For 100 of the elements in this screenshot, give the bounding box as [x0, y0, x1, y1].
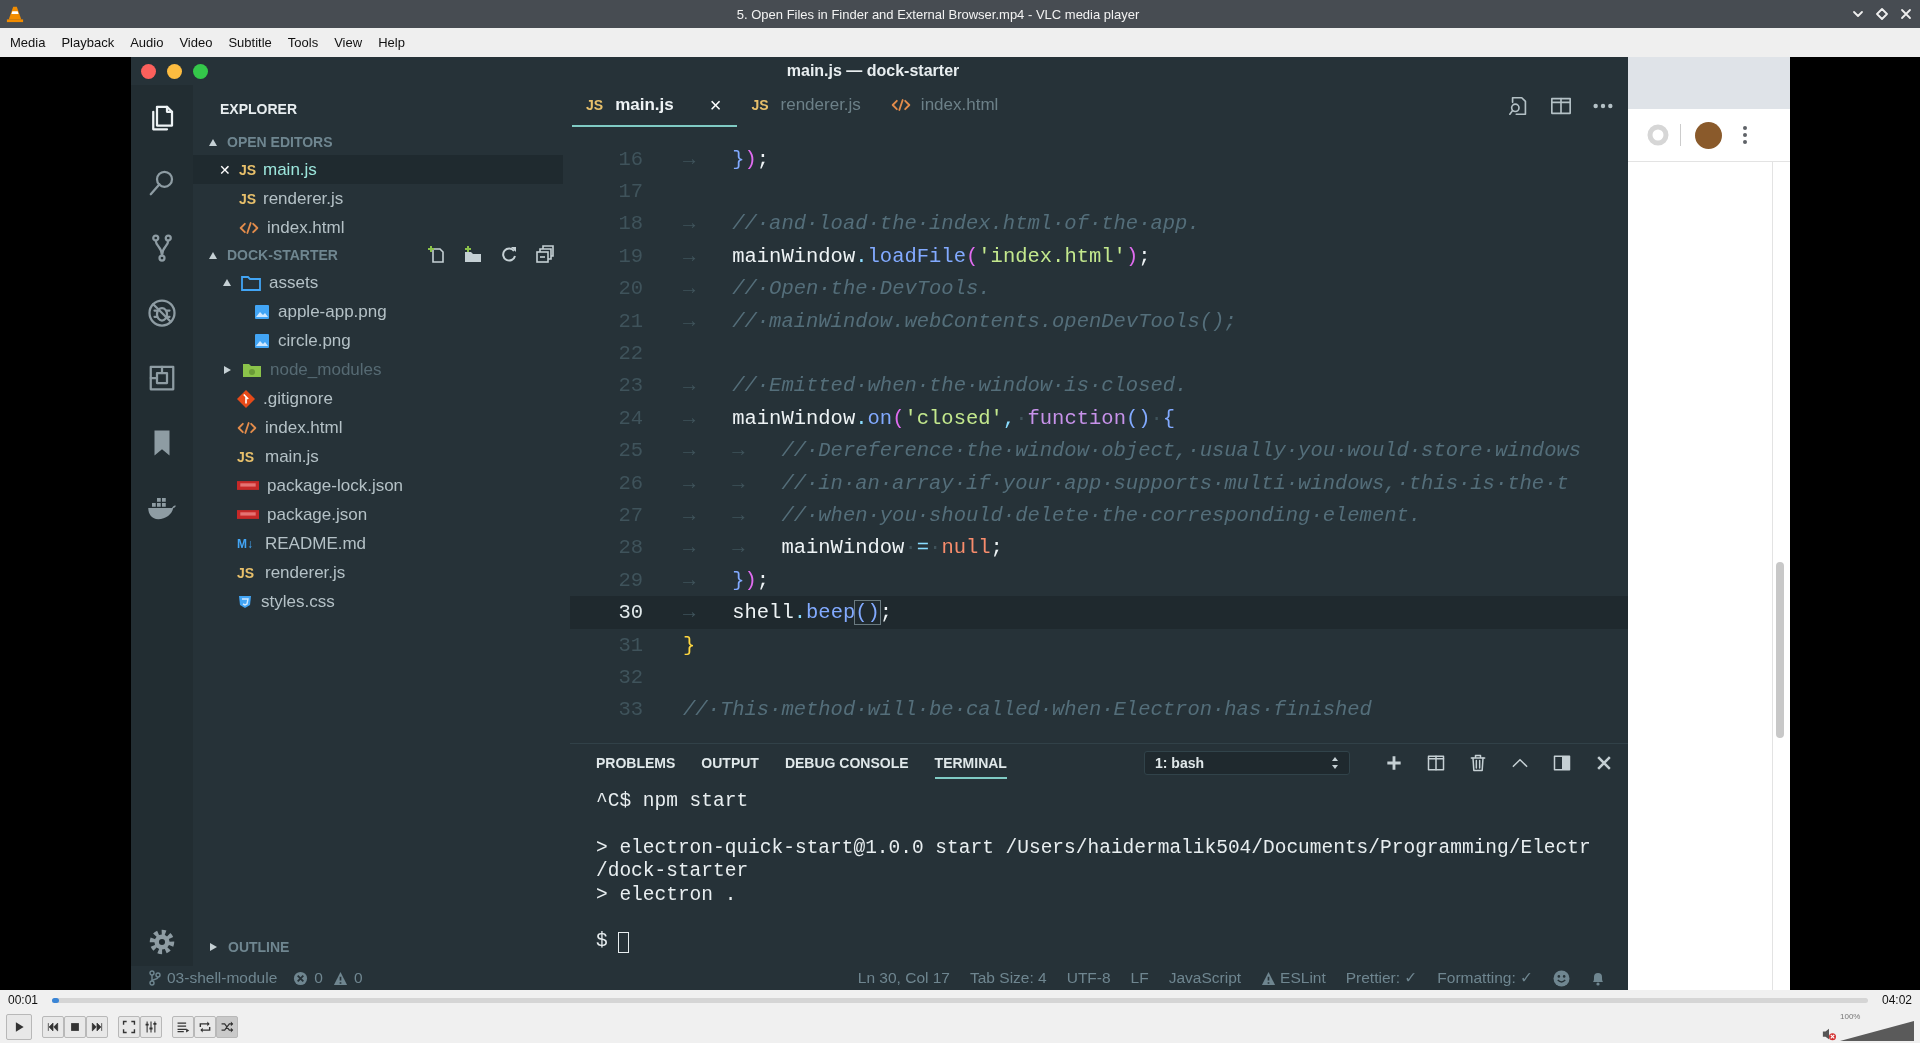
playlist-button[interactable]: [172, 1015, 194, 1038]
terminal-line: > electron-quick-start@1.0.0 start /Users/haidermalik504/Documents/Programming/Electr: [596, 836, 1592, 861]
file-tree-item[interactable]: package.json: [193, 500, 570, 529]
expanded-caret-icon[interactable]: [209, 138, 217, 146]
skip-back-button[interactable]: [42, 1015, 64, 1038]
split-terminal-icon[interactable]: [1426, 753, 1446, 773]
collapsed-caret-icon[interactable]: [224, 365, 231, 374]
plus-icon[interactable]: [1384, 753, 1404, 773]
minimize-icon[interactable]: [1852, 8, 1864, 20]
file-tree-item[interactable]: apple-app.png: [193, 297, 570, 326]
tab-label: renderer.js: [780, 95, 861, 115]
terminal-prompt: $: [596, 930, 608, 954]
code-brackets-icon: [239, 220, 259, 235]
split-editor-icon[interactable]: [1550, 95, 1572, 117]
code-line: }: [683, 633, 696, 657]
file-tree-item[interactable]: package-lock.json: [193, 471, 570, 500]
file-name: package.json: [267, 504, 368, 525]
loading-ring-icon: [1646, 123, 1670, 147]
close-icon[interactable]: ×: [709, 93, 722, 117]
trash-icon[interactable]: [1468, 753, 1488, 773]
panel-tab[interactable]: OUTPUT: [701, 747, 759, 779]
maximize-panel-icon[interactable]: [1552, 753, 1572, 773]
file-tree-item[interactable]: JS renderer.js: [193, 558, 570, 587]
close-icon[interactable]: ✕: [219, 161, 239, 178]
stop-button[interactable]: [64, 1015, 86, 1038]
menu-item[interactable]: Help: [370, 35, 413, 50]
editor-tab[interactable]: JS renderer.js: [737, 85, 877, 127]
open-editor-item[interactable]: JS renderer.js: [193, 184, 570, 213]
restore-icon[interactable]: [1876, 8, 1888, 20]
code-line: → });: [683, 568, 770, 592]
window-title: main.js — dock-starter: [785, 62, 961, 80]
shuffle-button[interactable]: [216, 1015, 238, 1038]
file-name: circle.png: [278, 330, 351, 351]
open-editor-item[interactable]: index.html: [193, 213, 570, 242]
settings-icon[interactable]: [148, 928, 176, 956]
file-tree-item[interactable]: styles.css: [193, 587, 570, 616]
equalizer-button[interactable]: [140, 1015, 162, 1038]
close-button[interactable]: [141, 63, 156, 79]
line-number: 30: [617, 601, 643, 625]
muted-speaker-icon[interactable]: [1822, 1027, 1836, 1041]
file-tree-item[interactable]: index.html: [193, 413, 570, 442]
expanded-caret-icon[interactable]: [209, 251, 217, 259]
menu-item[interactable]: Playback: [53, 35, 123, 50]
file-name: renderer.js: [263, 188, 344, 209]
markdown-file-icon: M↓: [237, 536, 259, 551]
extensions-icon[interactable]: [147, 363, 177, 393]
menu-item[interactable]: Media: [2, 35, 54, 50]
fullscreen-button[interactable]: [118, 1015, 140, 1038]
collapse-all-icon[interactable]: [535, 245, 555, 265]
code-line: → → //·when·you·should·delete·the·corresponding·element.: [683, 504, 1422, 527]
code-brackets-icon: [890, 98, 911, 112]
more-icon[interactable]: [1592, 102, 1614, 110]
js-file-icon: JS: [239, 190, 263, 207]
loop-button[interactable]: [194, 1015, 216, 1038]
new-file-icon[interactable]: [427, 245, 447, 265]
terminal-line: > electron .: [596, 883, 738, 907]
code-line: → //·Emitted·when·the·window·is·closed.: [683, 374, 1188, 398]
folder-name: node_modules: [270, 359, 382, 380]
close-icon[interactable]: [1900, 8, 1912, 20]
skip-forward-button[interactable]: [86, 1015, 108, 1038]
menu-item[interactable]: View: [326, 35, 371, 50]
panel-tab[interactable]: PROBLEMS: [596, 747, 676, 779]
menu-item[interactable]: Tools: [279, 35, 327, 50]
menu-item[interactable]: Subtitle: [220, 35, 280, 50]
file-tree-item[interactable]: M↓ README.md: [193, 529, 570, 558]
refresh-icon[interactable]: [499, 245, 519, 265]
open-folder-icon: [241, 274, 261, 291]
file-tree-item[interactable]: circle.png: [193, 326, 570, 355]
panel-tab[interactable]: TERMINAL: [934, 747, 1007, 779]
window-title: 5. Open Files in Finder and External Browser.mp4 - VLC media player: [735, 6, 1141, 22]
bell-icon[interactable]: [1590, 970, 1606, 986]
avatar[interactable]: [1695, 121, 1722, 149]
expanded-caret-icon[interactable]: [223, 279, 231, 286]
editor-tab[interactable]: JS main.js ×: [572, 85, 738, 127]
zoom-button[interactable]: [193, 63, 208, 79]
no-bug-icon[interactable]: [147, 298, 177, 328]
minimize-button[interactable]: [167, 63, 182, 79]
shuffle-icon: [220, 1019, 234, 1034]
terminal-dropdown[interactable]: 1: bash: [1144, 751, 1350, 775]
tab-label: index.html: [920, 95, 999, 115]
tab-label: main.js: [615, 95, 674, 115]
code-line: → });: [683, 147, 770, 171]
file-tree-item[interactable]: .gitignore: [193, 384, 570, 413]
file-tree-item[interactable]: assets: [193, 268, 570, 297]
menu-item[interactable]: Audio: [122, 35, 172, 50]
file-name: main.js: [265, 446, 319, 467]
file-name: renderer.js: [265, 562, 346, 583]
collapsed-caret-icon[interactable]: [210, 943, 217, 951]
js-file-icon: JS: [237, 448, 259, 465]
file-tree-item[interactable]: JS main.js: [193, 442, 570, 471]
new-folder-icon[interactable]: [463, 245, 483, 265]
play-button[interactable]: [6, 1013, 32, 1040]
elapsed-time: 00:01: [8, 993, 39, 1007]
kebab-menu-icon[interactable]: [1742, 125, 1748, 145]
playlist-icon: [176, 1019, 190, 1034]
error-icon: [293, 970, 309, 986]
open-editor-item[interactable]: ✕ JS main.js: [193, 155, 563, 184]
menu-item[interactable]: Video: [171, 35, 221, 50]
panel-tab[interactable]: DEBUG CONSOLE: [784, 747, 909, 779]
smiley-icon[interactable]: [1553, 969, 1570, 987]
